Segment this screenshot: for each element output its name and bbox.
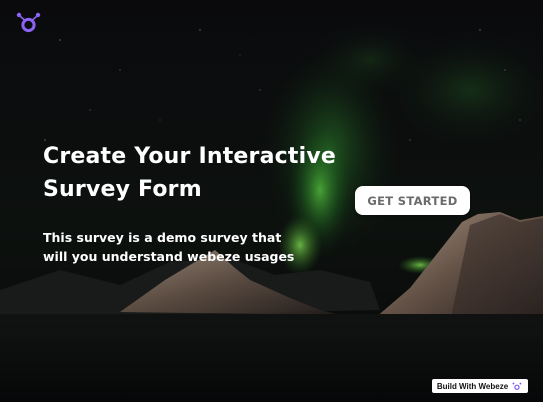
badge-label: Build With Webeze [436,381,509,391]
get-started-button[interactable]: GET STARTED [355,186,470,215]
webeze-badge-logo-icon [512,382,522,390]
build-with-webeze-badge[interactable]: Build With Webeze [432,379,528,393]
webeze-logo-icon[interactable] [15,11,45,35]
hero-title: Create Your Interactive Survey Form [43,144,336,202]
hero-subtitle: This survey is a demo survey that will y… [43,230,295,264]
